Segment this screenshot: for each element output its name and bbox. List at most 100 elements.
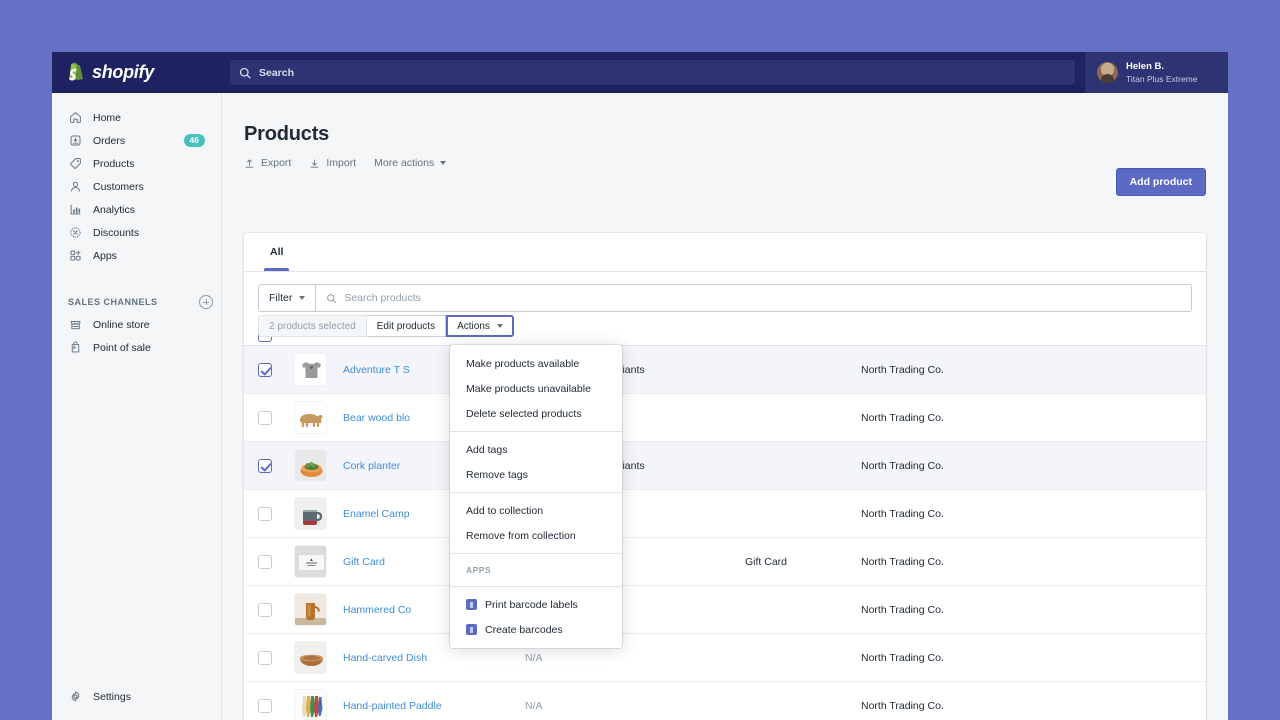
sidebar: Home Orders 46 Products Customers bbox=[52, 93, 222, 720]
menu-item-add-to-collection[interactable]: Add to collection bbox=[450, 498, 622, 523]
sidebar-item-label: Discounts bbox=[93, 227, 139, 239]
bear-thumb bbox=[294, 401, 327, 434]
actions-button[interactable]: Actions bbox=[446, 315, 514, 337]
row-checkbox[interactable] bbox=[258, 507, 272, 521]
sidebar-item-point-of-sale[interactable]: Point of sale bbox=[60, 336, 213, 359]
search-icon bbox=[326, 293, 337, 304]
mug-thumb bbox=[294, 497, 327, 530]
row-checkbox[interactable] bbox=[258, 459, 272, 473]
import-label: Import bbox=[326, 157, 356, 169]
plus-circle-icon[interactable] bbox=[199, 295, 213, 309]
actions-dropdown-menu: Make products available Make products un… bbox=[450, 345, 622, 648]
export-button[interactable]: Export bbox=[244, 157, 291, 169]
avatar bbox=[1097, 62, 1118, 83]
shopify-admin-window: shopify Search Helen B. Titan Plus Extre… bbox=[52, 52, 1228, 720]
sidebar-item-label: Home bbox=[93, 112, 121, 124]
products-card: All Filter Search products 2 pr bbox=[244, 233, 1206, 720]
orders-icon bbox=[68, 134, 82, 148]
vendor-cell: North Trading Co. bbox=[861, 700, 944, 712]
row-checkbox[interactable] bbox=[258, 651, 272, 665]
chevron-down-icon bbox=[497, 324, 503, 328]
menu-item-make-products-unavailable[interactable]: Make products unavailable bbox=[450, 376, 622, 401]
table-row[interactable]: Enamel Camp N/A North Trading Co. bbox=[244, 490, 1206, 538]
table-row[interactable]: Gift Card N/A Gift Card North Trading Co… bbox=[244, 538, 1206, 586]
sidebar-item-label: Products bbox=[93, 158, 134, 170]
import-button[interactable]: Import bbox=[309, 157, 356, 169]
menu-item-remove-tags[interactable]: Remove tags bbox=[450, 462, 622, 487]
store-name: Titan Plus Extreme bbox=[1126, 73, 1198, 85]
customers-icon bbox=[68, 180, 82, 194]
edit-products-button[interactable]: Edit products bbox=[367, 315, 446, 337]
gear-icon bbox=[68, 690, 82, 704]
sidebar-item-discounts[interactable]: Discounts bbox=[60, 221, 213, 244]
vendor-cell: North Trading Co. bbox=[861, 556, 944, 568]
shopify-bag-icon bbox=[66, 62, 85, 83]
row-checkbox[interactable] bbox=[258, 699, 272, 713]
sidebar-item-online-store[interactable]: Online store bbox=[60, 313, 213, 336]
sidebar-item-label: Settings bbox=[93, 691, 131, 703]
menu-item-create-barcodes[interactable]: Create barcodes bbox=[450, 617, 622, 642]
vendor-cell: North Trading Co. bbox=[861, 604, 944, 616]
tab-label: All bbox=[270, 246, 283, 258]
global-search-input[interactable]: Search bbox=[230, 60, 1075, 85]
table-row[interactable]: Hammered Co N/A North Trading Co. bbox=[244, 586, 1206, 634]
chevron-down-icon bbox=[440, 161, 446, 165]
shopify-logo[interactable]: shopify bbox=[52, 52, 222, 93]
product-name-link[interactable]: Hand-painted Paddle bbox=[343, 700, 498, 712]
sidebar-item-apps[interactable]: Apps bbox=[60, 244, 213, 267]
discounts-percent-icon bbox=[68, 226, 82, 240]
row-checkbox[interactable] bbox=[258, 363, 272, 377]
user-menu[interactable]: Helen B. Titan Plus Extreme bbox=[1085, 52, 1228, 93]
menu-section-apps: APPS bbox=[450, 559, 622, 581]
menu-item-add-tags[interactable]: Add tags bbox=[450, 437, 622, 462]
menu-separator bbox=[450, 431, 622, 432]
table-row[interactable]: Hand-carved Dish N/A North Trading Co. bbox=[244, 634, 1206, 682]
menu-item-make-products-available[interactable]: Make products available bbox=[450, 351, 622, 376]
table-row[interactable]: Hand-painted Paddle N/A North Trading Co… bbox=[244, 682, 1206, 720]
sidebar-item-settings[interactable]: Settings bbox=[60, 685, 214, 708]
more-actions-button[interactable]: More actions bbox=[374, 157, 446, 169]
global-search-placeholder: Search bbox=[259, 67, 294, 79]
menu-item-remove-from-collection[interactable]: Remove from collection bbox=[450, 523, 622, 548]
product-name-link[interactable]: Hand-carved Dish bbox=[343, 652, 498, 664]
tab-all[interactable]: All bbox=[258, 233, 295, 271]
analytics-bars-icon bbox=[68, 203, 82, 217]
vendor-cell: North Trading Co. bbox=[861, 364, 944, 376]
sidebar-item-analytics[interactable]: Analytics bbox=[60, 198, 213, 221]
page-action-bar: Export Import More actions bbox=[244, 157, 446, 169]
table-row[interactable]: Bear wood blo N/A North Trading Co. bbox=[244, 394, 1206, 442]
sidebar-item-label: Online store bbox=[93, 319, 150, 331]
row-checkbox[interactable] bbox=[258, 603, 272, 617]
tshirt-thumb bbox=[294, 353, 327, 386]
menu-item-print-barcode-labels[interactable]: Print barcode labels bbox=[450, 592, 622, 617]
menu-separator bbox=[450, 586, 622, 587]
selected-count: 2 products selected bbox=[258, 315, 367, 337]
table-row[interactable]: Cork planter 300 in stock for 2 variants… bbox=[244, 442, 1206, 490]
sidebar-item-label: Orders bbox=[93, 135, 125, 147]
sales-channels-header: SALES CHANNELS bbox=[52, 291, 221, 313]
brand-wordmark: shopify bbox=[92, 62, 154, 83]
vendor-cell: North Trading Co. bbox=[861, 460, 944, 472]
add-product-button[interactable]: Add product bbox=[1116, 168, 1206, 196]
bulk-action-bar: 2 products selected Edit products Action… bbox=[258, 315, 514, 337]
table-row[interactable]: Adventure T S 30 in stock for 10 variant… bbox=[244, 346, 1206, 394]
sidebar-item-orders[interactable]: Orders 46 bbox=[60, 129, 213, 152]
export-label: Export bbox=[261, 157, 291, 169]
search-products-placeholder: Search products bbox=[344, 292, 420, 304]
search-products-input[interactable]: Search products bbox=[316, 284, 1192, 312]
vendor-cell: North Trading Co. bbox=[861, 652, 944, 664]
sidebar-item-home[interactable]: Home bbox=[60, 106, 213, 129]
products-table: Adventure T S 30 in stock for 10 variant… bbox=[244, 324, 1206, 720]
row-checkbox[interactable] bbox=[258, 411, 272, 425]
copper-thumb bbox=[294, 593, 327, 626]
sidebar-item-customers[interactable]: Customers bbox=[60, 175, 213, 198]
filter-button[interactable]: Filter bbox=[258, 284, 316, 312]
sidebar-item-label: Point of sale bbox=[93, 342, 151, 354]
vendor-cell: North Trading Co. bbox=[861, 412, 944, 424]
page-title: Products bbox=[244, 123, 329, 146]
row-checkbox[interactable] bbox=[258, 555, 272, 569]
sidebar-item-label: Apps bbox=[93, 250, 117, 262]
menu-item-delete-selected-products[interactable]: Delete selected products bbox=[450, 401, 622, 426]
sidebar-item-products[interactable]: Products bbox=[60, 152, 213, 175]
chevron-down-icon bbox=[299, 296, 305, 300]
